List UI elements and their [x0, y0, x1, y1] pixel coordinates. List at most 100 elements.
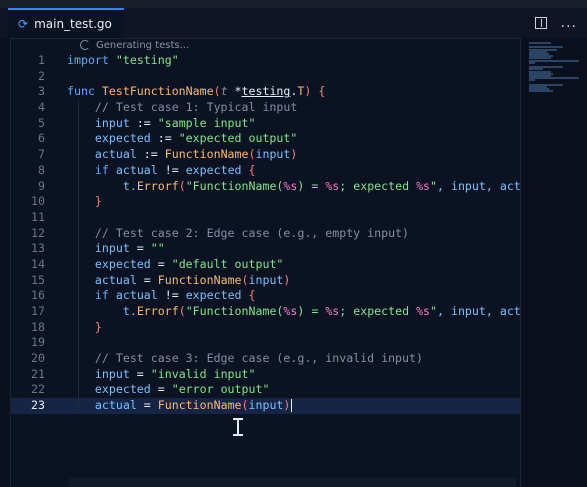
line-code[interactable]: input = "" [67, 241, 527, 257]
code-line[interactable]: 17 t.Errorf("FunctionName(%s) = %s; expe… [11, 304, 527, 320]
code-token: %s [283, 304, 298, 318]
code-line[interactable]: 10 } [11, 194, 527, 210]
code-line[interactable]: 22 expected = "error output" [11, 382, 527, 399]
indent-guide [78, 335, 79, 352]
code-token: input [255, 147, 291, 162]
line-number: 10 [31, 194, 45, 209]
line-number: 16 [31, 288, 45, 303]
code-token: input [248, 398, 284, 413]
code-line[interactable]: 12 // Test case 2: Edge case (e.g., empt… [11, 225, 527, 242]
code-line[interactable]: 6 expected := "expected output" [11, 131, 527, 148]
code-line[interactable]: 19 [11, 335, 527, 352]
code-token: != [157, 288, 186, 303]
code-token: ; expected [339, 304, 417, 318]
line-number: 4 [38, 100, 45, 115]
line-code[interactable]: } [67, 320, 527, 336]
code-token: %s [283, 178, 298, 193]
minimap-row [529, 79, 535, 82]
line-code[interactable]: actual := FunctionName(input) [67, 147, 527, 163]
line-code[interactable]: t.Errorf("FunctionName(%s) = %s; expecte… [67, 304, 527, 320]
minimap-row [529, 61, 535, 64]
code-token: ) [290, 147, 298, 162]
code-token: ) [283, 398, 291, 413]
code-token: ) [283, 272, 291, 287]
code-editor[interactable]: Generating tests... 1 import "testing" 2 3 f… [11, 38, 527, 487]
line-code[interactable]: input := "sample input" [67, 116, 527, 132]
line-code[interactable]: expected := "expected output" [67, 131, 527, 147]
code-line[interactable]: 1 import "testing" [11, 53, 527, 69]
indent-guide [78, 147, 79, 163]
split-editor-icon[interactable] [534, 17, 547, 29]
more-actions-icon[interactable]: ... [561, 16, 577, 30]
code-token: // Test case 3: Edge case (e.g., invalid… [67, 351, 423, 366]
minimap[interactable] [520, 38, 587, 487]
code-token: } [67, 194, 102, 209]
indent-guide [78, 209, 79, 226]
line-code[interactable]: } [67, 194, 527, 210]
activity-gutter [0, 38, 11, 487]
code-line[interactable]: 18 } [11, 319, 527, 336]
line-code[interactable]: actual = FunctionName(input) [67, 273, 527, 289]
tab-main-test-go[interactable]: ⟳ main_test.go [8, 8, 124, 38]
line-code[interactable]: func TestFunctionName(t *testing.T) { [67, 84, 527, 100]
line-number: 12 [31, 225, 45, 240]
code-token: expected [185, 288, 242, 303]
status-text: Generating tests... [96, 39, 190, 51]
code-line[interactable]: 8 if actual != expected { [11, 162, 527, 179]
line-code[interactable]: import "testing" [67, 53, 527, 69]
code-token: t [220, 84, 228, 99]
code-line[interactable]: 13 input = "" [11, 241, 527, 257]
code-lines[interactable]: 1 import "testing" 2 3 func TestFunctionName… [11, 53, 527, 414]
code-token: ( [178, 304, 186, 318]
code-line[interactable]: 4 // Test case 1: Typical input [11, 100, 527, 116]
code-token: expected [67, 131, 151, 146]
indent-guide [78, 366, 79, 383]
code-token: func [67, 84, 102, 99]
code-token: ) = [297, 178, 326, 193]
code-line[interactable]: 7 actual := FunctionName(input) [11, 147, 527, 163]
code-token: FunctionName [157, 272, 242, 287]
line-code[interactable]: if actual != expected { [67, 163, 527, 179]
indent-guide [78, 272, 79, 289]
indent-guide [78, 319, 79, 336]
minimap-row [529, 42, 551, 44]
code-line[interactable]: 2 [11, 69, 527, 85]
code-token: ; expected [339, 178, 417, 193]
line-number: 1 [38, 53, 45, 67]
line-number: 15 [31, 272, 45, 287]
code-line[interactable]: 11 [11, 209, 527, 226]
code-token: ) [304, 84, 319, 99]
code-token: Errorf [136, 178, 179, 193]
code-line[interactable]: 14 expected = "default output" [11, 256, 527, 273]
code-line[interactable]: 9 t.Errorf("FunctionName(%s) = %s; expec… [11, 178, 527, 195]
line-code[interactable]: // Test case 3: Edge case (e.g., invalid… [67, 351, 527, 367]
code-token: if [67, 162, 116, 177]
line-code[interactable]: t.Errorf("FunctionName(%s) = %s; expecte… [67, 179, 527, 195]
indent-guide [78, 178, 79, 195]
code-token: = [136, 272, 158, 287]
line-code[interactable]: input = "invalid input" [67, 367, 527, 383]
horizontal-scrollbar[interactable] [69, 478, 516, 487]
line-number: 17 [31, 304, 45, 318]
line-code[interactable]: if actual != expected { [67, 288, 527, 304]
caret [291, 399, 293, 413]
line-code[interactable]: actual = FunctionName(input) [67, 398, 527, 414]
line-code[interactable]: expected = "error output" [67, 382, 527, 398]
code-line[interactable]: 20 // Test case 3: Edge case (e.g., inva… [11, 351, 527, 367]
line-number: 20 [31, 351, 45, 366]
code-line[interactable]: 15 actual = FunctionName(input) [11, 272, 527, 289]
minimap-row [529, 59, 579, 62]
line-code[interactable]: // Test case 1: Typical input [67, 100, 527, 116]
code-line[interactable]: 16 if actual != expected { [11, 288, 527, 304]
code-token: "invalid input" [150, 366, 256, 381]
code-line[interactable]: 21 input = "invalid input" [11, 366, 527, 383]
line-code[interactable]: // Test case 2: Edge case (e.g., empty i… [67, 226, 527, 242]
code-token: , input, act [437, 178, 521, 193]
line-code[interactable]: expected = "default output" [67, 257, 527, 273]
code-token: = [150, 256, 172, 271]
code-line[interactable]: 5 input := "sample input" [11, 115, 527, 132]
code-token: "error output" [171, 382, 270, 397]
code-token: = [129, 366, 151, 381]
code-line[interactable]: 23 actual = FunctionName(input) [11, 398, 527, 414]
code-line[interactable]: 3 func TestFunctionName(t *testing.T) { [11, 84, 527, 100]
